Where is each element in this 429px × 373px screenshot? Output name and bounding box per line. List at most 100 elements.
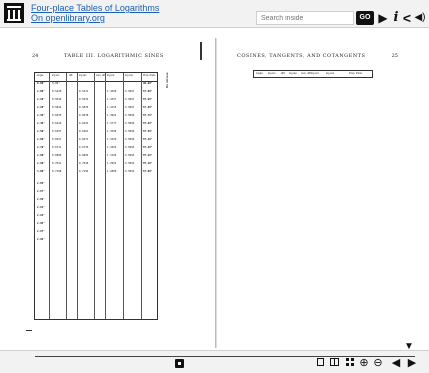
table-column-header: log sin bbox=[52, 74, 60, 77]
table-column-rule bbox=[123, 73, 124, 319]
table-cell: 2.91° bbox=[37, 206, 45, 209]
play-icon[interactable]: ▶ bbox=[376, 11, 390, 25]
navigation-bar: ▼ ⊕ ⊖ ◀ ▶ bbox=[0, 342, 429, 373]
table-column-header: log tan bbox=[289, 72, 297, 75]
table-cell: 9.9997 bbox=[125, 98, 135, 101]
book-title-link[interactable]: Four-place Tables of Logarithms bbox=[31, 3, 159, 13]
table-column-header: com. diff. bbox=[301, 72, 312, 75]
table-cell: 1.3962 bbox=[107, 114, 117, 117]
page-slider-handle[interactable] bbox=[174, 359, 184, 368]
table-cell: 8.6401 bbox=[79, 130, 89, 133]
table-column-header: Angle bbox=[37, 74, 44, 77]
table-cell: 2.20° bbox=[37, 106, 45, 109]
table-cell: 2.70° bbox=[37, 146, 45, 149]
table-cell: 8.6397 bbox=[52, 130, 62, 133]
table-cell: 0.00° bbox=[37, 82, 45, 85]
table-cell: 2.89° bbox=[37, 198, 45, 201]
table-cell: 9.9995 bbox=[125, 146, 135, 149]
table-cell: 1.4357 bbox=[107, 98, 117, 101]
table-cell: 8.5842 bbox=[52, 106, 62, 109]
source-link[interactable]: On openlibrary.org bbox=[31, 13, 105, 23]
table-cell: 8.5845 bbox=[79, 106, 89, 109]
table-cell: 1.3599 bbox=[107, 130, 117, 133]
table-column-rule bbox=[141, 73, 142, 319]
top-toolbar: Four-place Tables of Logarithms On openl… bbox=[0, 0, 429, 28]
table-cell: 87.30° bbox=[143, 146, 153, 149]
table-cell: 1.4155 bbox=[107, 106, 117, 109]
table-cell: 2.95° bbox=[37, 222, 45, 225]
page-title: COSINES, TANGENTS, AND COTANGENTS bbox=[237, 53, 366, 59]
two-page-view-icon[interactable] bbox=[328, 357, 340, 369]
table-column-header: log cot bbox=[311, 72, 319, 75]
table-row: 3.00° 8.7188 8.7194 1.2806 9.9994 87.00° bbox=[35, 170, 157, 174]
right-book-page[interactable]: COSINES, TANGENTS, AND COTANGENTS 25 Ang… bbox=[216, 38, 410, 348]
table-cell: 8.6035 bbox=[52, 114, 62, 117]
table-column-rule bbox=[66, 73, 67, 319]
info-icon[interactable]: i bbox=[391, 11, 401, 25]
table-cell: 87.10° bbox=[143, 162, 153, 165]
table-cell: 9.9997 bbox=[125, 106, 135, 109]
left-book-page[interactable]: 24 TABLE III. LOGARITHMIC SINES Angle log… bbox=[18, 38, 216, 348]
table-column-rule bbox=[77, 73, 78, 319]
go-button[interactable]: GO bbox=[356, 11, 374, 25]
audio-icon[interactable]: ◀) bbox=[413, 11, 427, 25]
share-icon[interactable]: < bbox=[402, 11, 412, 25]
table-row: 2.60° 8.6567 8.6571 1.3429 9.9996 87.40° bbox=[35, 138, 157, 142]
table-cell: 9.9996 bbox=[125, 114, 135, 117]
table-cell: 8.5428 bbox=[52, 90, 62, 93]
table-column-rule bbox=[105, 73, 106, 319]
table-cell: 2.00° bbox=[37, 90, 45, 93]
table-column-header: Prop. Parts bbox=[349, 72, 362, 75]
table-column-header: Angle bbox=[256, 72, 263, 75]
table-cell: 90.00° bbox=[143, 82, 153, 85]
table-column-header: log cot bbox=[107, 74, 115, 77]
table-column-header: log cos bbox=[125, 74, 133, 77]
table-cell: 8.6567 bbox=[52, 138, 62, 141]
collapse-arrow-icon[interactable]: ▼ bbox=[402, 342, 416, 352]
table-column-header: diff. bbox=[281, 72, 286, 75]
table-cell: 8.7194 bbox=[79, 170, 89, 173]
zoom-out-icon[interactable]: ⊖ bbox=[372, 357, 384, 369]
table-cell: 0.00° bbox=[52, 82, 60, 85]
table-cell: 2.50° bbox=[37, 130, 45, 133]
table-cell: 8.5640 bbox=[52, 98, 62, 101]
table-cell: 1.2806 bbox=[107, 170, 117, 173]
zoom-in-icon[interactable]: ⊕ bbox=[358, 357, 370, 369]
next-page-icon[interactable]: ▶ bbox=[406, 357, 418, 369]
table-row: 2.50° 8.6397 8.6401 1.3599 9.9996 87.50° bbox=[35, 130, 157, 134]
table-cell: 9.9994 bbox=[125, 170, 135, 173]
table-row: 2.70° 8.6731 8.6736 1.3264 9.9995 87.30° bbox=[35, 146, 157, 150]
table-cell: 8.7188 bbox=[52, 170, 62, 173]
table-cell: 8.6220 bbox=[52, 122, 62, 125]
one-page-view-icon[interactable] bbox=[314, 357, 326, 369]
table-column-header: diff. bbox=[69, 74, 73, 77]
table-column-rule bbox=[94, 73, 95, 319]
table-cell: 87.20° bbox=[143, 154, 153, 157]
table-cell: 9.9996 bbox=[125, 130, 135, 133]
library-logo-icon[interactable] bbox=[4, 3, 24, 23]
table-cell: 2.80° bbox=[37, 154, 45, 157]
page-title: TABLE III. LOGARITHMIC SINES bbox=[64, 53, 164, 59]
table-row: 2.10° 8.5640 8.5643 1.4357 9.9997 87.90° bbox=[35, 98, 157, 102]
table-cell: 8.5643 bbox=[79, 98, 89, 101]
table-cell: 9.9997 bbox=[125, 90, 135, 93]
page-margin-mark bbox=[200, 42, 202, 60]
table-column-header: log cos bbox=[326, 72, 335, 75]
logarithm-table: Angle log sin diff. log tan com. diff. log co… bbox=[34, 72, 158, 320]
table-cell: 87.40° bbox=[143, 138, 153, 141]
page-number: 25 bbox=[391, 53, 398, 59]
table-cell: 2.97° bbox=[37, 230, 45, 233]
table-cell: 2.85° bbox=[37, 182, 45, 185]
table-cell: 1.3777 bbox=[107, 122, 117, 125]
table-cell: 1.4569 bbox=[107, 90, 117, 93]
table-cell: 87.50° bbox=[143, 130, 153, 133]
table-body: 0.00° 0.00° 90.00° 2.00° 8.5428 8.5431 1.4569 9… bbox=[35, 82, 157, 320]
table-cell: 8.6889 bbox=[52, 154, 62, 157]
table-cell: 2.60° bbox=[37, 138, 45, 141]
table-cell: 2.30° bbox=[37, 114, 45, 117]
thumbnail-view-icon[interactable] bbox=[344, 357, 356, 369]
table-cell: 8.6038 bbox=[79, 114, 89, 117]
table-column-rule bbox=[49, 73, 50, 319]
search-input[interactable] bbox=[256, 11, 354, 25]
previous-page-icon[interactable]: ◀ bbox=[390, 357, 402, 369]
